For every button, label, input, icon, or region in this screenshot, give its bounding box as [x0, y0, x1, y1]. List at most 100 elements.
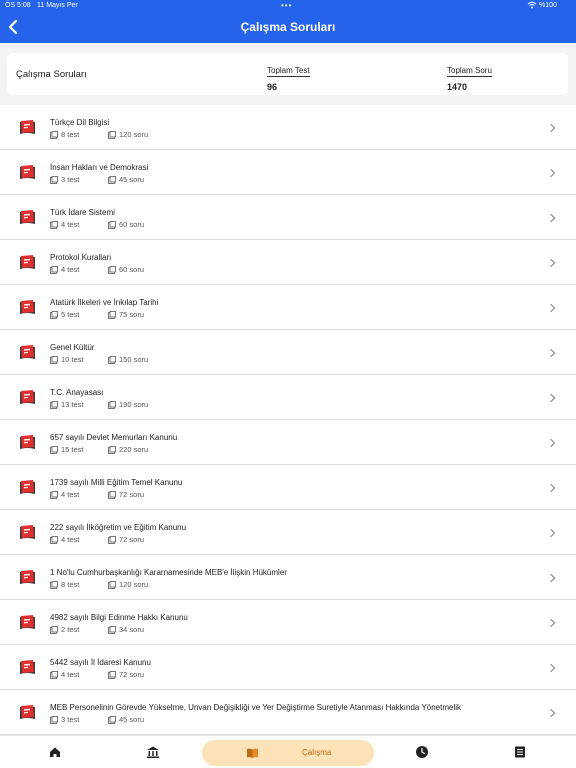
topic-question-count: 72 soru	[119, 670, 145, 679]
topic-name: Atatürk İlkeleri ve İnkılap Tarihi	[50, 298, 159, 307]
topic-question-count: 72 soru	[119, 535, 145, 544]
chevron-right-icon	[550, 663, 556, 673]
list-icon[interactable]	[513, 745, 527, 759]
total-test-value: 96	[267, 82, 278, 92]
question-count-icon	[108, 310, 116, 319]
topic-row[interactable]: 1 No'lu Cumhurbaşkanlığı Kararnamesinde …	[0, 555, 576, 600]
topic-meta: 5 test 75 soru	[50, 310, 144, 319]
chevron-right-icon	[550, 258, 556, 268]
book-icon	[20, 300, 35, 314]
book-icon	[20, 480, 35, 494]
chevron-right-icon	[550, 213, 556, 223]
test-count-icon	[50, 310, 58, 319]
topic-name: 5442 sayılı İl İdaresi Kanunu	[50, 658, 151, 667]
topic-question-count: 45 soru	[119, 175, 145, 184]
question-count-icon	[108, 715, 116, 724]
total-question-value: 1470	[447, 82, 468, 92]
topic-name: 657 sayılı Devlet Memurları Kanunu	[50, 433, 178, 442]
test-count-icon	[50, 265, 58, 274]
topic-question-count: 72 soru	[119, 490, 145, 499]
total-question-stat: Toplam Soru 1470	[447, 60, 492, 92]
topic-question-count: 45 soru	[119, 715, 145, 724]
topic-name: 1 No'lu Cumhurbaşkanlığı Kararnamesinde …	[50, 568, 287, 577]
question-count-icon	[108, 175, 116, 184]
test-count-icon	[50, 355, 58, 364]
book-icon	[20, 345, 35, 359]
topic-row[interactable]: 5442 sayılı İl İdaresi Kanunu 4 test 72 …	[0, 645, 576, 690]
clock-icon[interactable]	[415, 745, 429, 759]
book-icon	[20, 390, 35, 404]
question-count-icon	[108, 220, 116, 229]
status-bar: ÖS 5:08 11 Mayıs Per ••• %100	[0, 0, 576, 12]
topic-test-count: 5 test	[61, 310, 80, 319]
topic-question-count: 60 soru	[119, 220, 145, 229]
topic-row[interactable]: Genel Kültür 10 test 150 soru	[0, 330, 576, 375]
topic-row[interactable]: 657 sayılı Devlet Memurları Kanunu 15 te…	[0, 420, 576, 465]
topic-test-count: 13 test	[61, 400, 84, 409]
book-icon	[20, 615, 35, 629]
total-test-stat: Toplam Test 96	[267, 60, 310, 92]
question-count-icon	[108, 355, 116, 364]
wifi-icon	[527, 1, 537, 9]
topic-meta: 3 test 45 soru	[50, 175, 144, 184]
topic-row[interactable]: 1739 sayılı Milli Eğitim Temel Kanunu 4 …	[0, 465, 576, 510]
home-icon[interactable]	[48, 745, 62, 759]
book-icon	[20, 120, 35, 134]
topic-question-count: 75 soru	[119, 310, 145, 319]
test-count-icon	[50, 445, 58, 454]
topic-row[interactable]: İnsan Hakları ve Demokrasi 3 test 45 sor…	[0, 150, 576, 195]
multitasking-dots-icon[interactable]: •••	[281, 1, 292, 10]
topic-question-count: 60 soru	[119, 265, 145, 274]
topic-row[interactable]: 222 sayılı İlköğretim ve Eğitim Kanunu 4…	[0, 510, 576, 555]
topic-row[interactable]: Protokol Kuralları 4 test 60 soru	[0, 240, 576, 285]
chevron-right-icon	[550, 393, 556, 403]
question-count-icon	[108, 625, 116, 634]
institution-icon[interactable]	[146, 745, 160, 759]
question-count-icon	[108, 670, 116, 679]
topic-test-count: 15 test	[61, 445, 84, 454]
test-count-icon	[50, 175, 58, 184]
chevron-right-icon	[550, 573, 556, 583]
topic-row[interactable]: Türk İdare Sistemi 4 test 60 soru	[0, 195, 576, 240]
book-icon	[20, 525, 35, 539]
topic-name: 1739 sayılı Milli Eğitim Temel Kanunu	[50, 478, 183, 487]
topic-question-count: 220 soru	[119, 445, 149, 454]
book-icon	[20, 255, 35, 269]
chevron-right-icon	[550, 528, 556, 538]
chevron-right-icon	[550, 708, 556, 718]
topic-question-count: 34 soru	[119, 625, 145, 634]
test-count-icon	[50, 535, 58, 544]
topic-name: Türk İdare Sistemi	[50, 208, 115, 217]
test-count-icon	[50, 580, 58, 589]
topic-row[interactable]: T.C. Anayasası 13 test 190 soru	[0, 375, 576, 420]
book-icon	[20, 210, 35, 224]
tab-calisma-label: Çalışma	[302, 748, 332, 757]
question-count-icon	[108, 265, 116, 274]
topic-test-count: 4 test	[61, 535, 80, 544]
battery-level: %100	[539, 2, 557, 9]
chevron-right-icon	[550, 618, 556, 628]
test-count-icon	[50, 625, 58, 634]
test-count-icon	[50, 400, 58, 409]
topic-row[interactable]: 4982 sayılı Bilgi Edinme Hakkı Kanunu 2 …	[0, 600, 576, 645]
topic-meta: 4 test 72 soru	[50, 490, 144, 499]
topic-test-count: 8 test	[61, 130, 80, 139]
topic-question-count: 150 soru	[119, 355, 149, 364]
topic-meta: 4 test 72 soru	[50, 535, 144, 544]
tab-calisma[interactable]: Çalışma	[202, 740, 374, 766]
topic-meta: 8 test 120 soru	[50, 130, 148, 139]
topic-name: İnsan Hakları ve Demokrasi	[50, 163, 149, 172]
test-count-icon	[50, 715, 58, 724]
topic-question-count: 190 soru	[119, 400, 149, 409]
topic-meta: 15 test 220 soru	[50, 445, 148, 454]
topic-test-count: 4 test	[61, 220, 80, 229]
topic-row[interactable]: Atatürk İlkeleri ve İnkılap Tarihi 5 tes…	[0, 285, 576, 330]
topic-name: Türkçe Dil Bilgisi	[50, 118, 110, 127]
topic-meta: 4 test 72 soru	[50, 670, 144, 679]
topic-test-count: 2 test	[61, 625, 80, 634]
topic-row[interactable]: Türkçe Dil Bilgisi 8 test 120 soru	[0, 105, 576, 150]
topic-meta: 13 test 190 soru	[50, 400, 148, 409]
chevron-right-icon	[550, 483, 556, 493]
total-question-label: Toplam Soru	[447, 66, 492, 77]
topic-row[interactable]: MEB Personelinin Görevde Yükselme, Unvan…	[0, 690, 576, 735]
